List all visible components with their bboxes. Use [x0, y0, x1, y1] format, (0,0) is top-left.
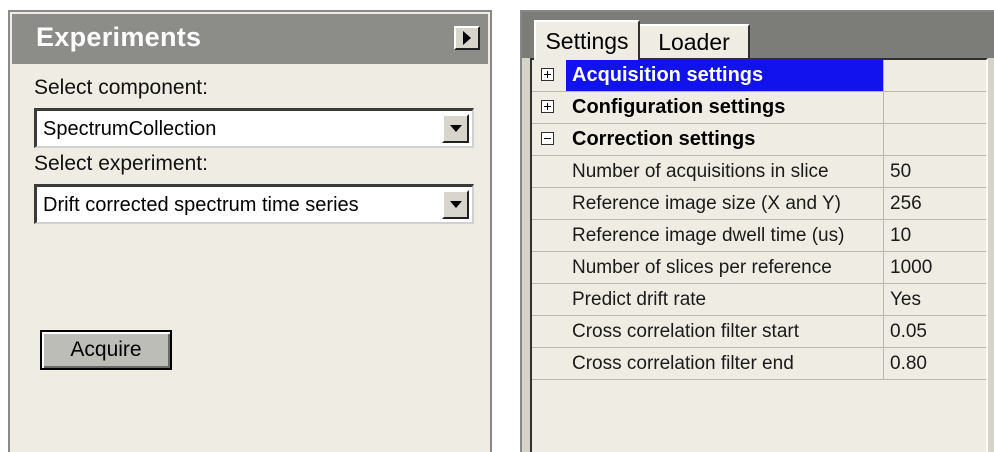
component-dropdown-value: SpectrumCollection [43, 118, 217, 140]
category-value-cell [884, 92, 986, 123]
tab-settings[interactable]: Settings [534, 20, 640, 60]
select-component-label: Select component: [34, 76, 208, 99]
expand-plus-icon[interactable] [541, 100, 554, 113]
property-value[interactable]: 1000 [884, 252, 986, 283]
row-gutter [532, 92, 564, 123]
row-gutter [532, 284, 564, 315]
property-row[interactable]: Number of acquisitions in slice 50 [532, 156, 986, 188]
row-gutter [532, 124, 564, 155]
property-name: Predict drift rate [566, 284, 884, 315]
select-experiment-label: Select experiment: [34, 152, 208, 175]
experiments-header: Experiments [12, 14, 488, 64]
experiment-dropdown[interactable]: Drift corrected spectrum time series [34, 184, 474, 224]
property-grid-rows: Acquisition settings Configuration setti… [532, 60, 986, 380]
category-label: Configuration settings [566, 92, 884, 123]
property-value[interactable]: 50 [884, 156, 986, 187]
row-gutter [532, 316, 564, 347]
property-name: Number of acquisitions in slice [566, 156, 884, 187]
property-row[interactable]: Number of slices per reference 1000 [532, 252, 986, 284]
property-value[interactable]: 256 [884, 188, 986, 219]
category-label: Correction settings [566, 124, 884, 155]
tab-loader[interactable]: Loader [638, 24, 750, 58]
category-label: Acquisition settings [566, 60, 884, 91]
property-name: Cross correlation filter end [566, 348, 884, 379]
property-value[interactable]: 10 [884, 220, 986, 251]
experiment-dropdown-value: Drift corrected spectrum time series [43, 194, 359, 216]
property-row[interactable]: Reference image size (X and Y) 256 [532, 188, 986, 220]
row-gutter [532, 252, 564, 283]
experiments-title: Experiments [36, 22, 202, 52]
property-row[interactable]: Predict drift rate Yes [532, 284, 986, 316]
property-name: Reference image size (X and Y) [566, 188, 884, 219]
property-row[interactable]: Cross correlation filter start 0.05 [532, 316, 986, 348]
property-name: Reference image dwell time (us) [566, 220, 884, 251]
chevron-down-icon [450, 125, 462, 132]
row-gutter [532, 348, 564, 379]
component-dropdown[interactable]: SpectrumCollection [34, 108, 474, 148]
tab-strip: Settings Loader [522, 12, 994, 60]
chevron-down-icon [450, 201, 462, 208]
category-row-correction[interactable]: Correction settings [532, 124, 986, 156]
property-name: Number of slices per reference [566, 252, 884, 283]
property-value[interactable]: 0.05 [884, 316, 986, 347]
category-value-cell [884, 60, 986, 91]
category-row-configuration[interactable]: Configuration settings [532, 92, 986, 124]
property-value[interactable]: Yes [884, 284, 986, 315]
component-dropdown-button[interactable] [442, 114, 469, 143]
expand-plus-icon[interactable] [541, 68, 554, 81]
row-gutter [532, 188, 564, 219]
category-row-acquisition[interactable]: Acquisition settings [532, 60, 986, 92]
property-value[interactable]: 0.80 [884, 348, 986, 379]
row-gutter [532, 60, 564, 91]
acquire-button[interactable]: Acquire [40, 330, 172, 370]
row-gutter [532, 220, 564, 251]
category-value-cell [884, 124, 986, 155]
row-gutter [532, 156, 564, 187]
property-row[interactable]: Cross correlation filter end 0.80 [532, 348, 986, 380]
experiment-dropdown-button[interactable] [442, 190, 469, 219]
property-grid: Acquisition settings Configuration setti… [530, 58, 988, 452]
settings-panel: Settings Loader Acquisition settings Con… [520, 10, 994, 452]
triangle-right-icon [463, 31, 471, 45]
property-name: Cross correlation filter start [566, 316, 884, 347]
collapse-panel-button[interactable] [454, 26, 480, 50]
property-row[interactable]: Reference image dwell time (us) 10 [532, 220, 986, 252]
experiments-panel: Experiments Select component: SpectrumCo… [8, 10, 492, 452]
collapse-minus-icon[interactable] [541, 132, 554, 145]
